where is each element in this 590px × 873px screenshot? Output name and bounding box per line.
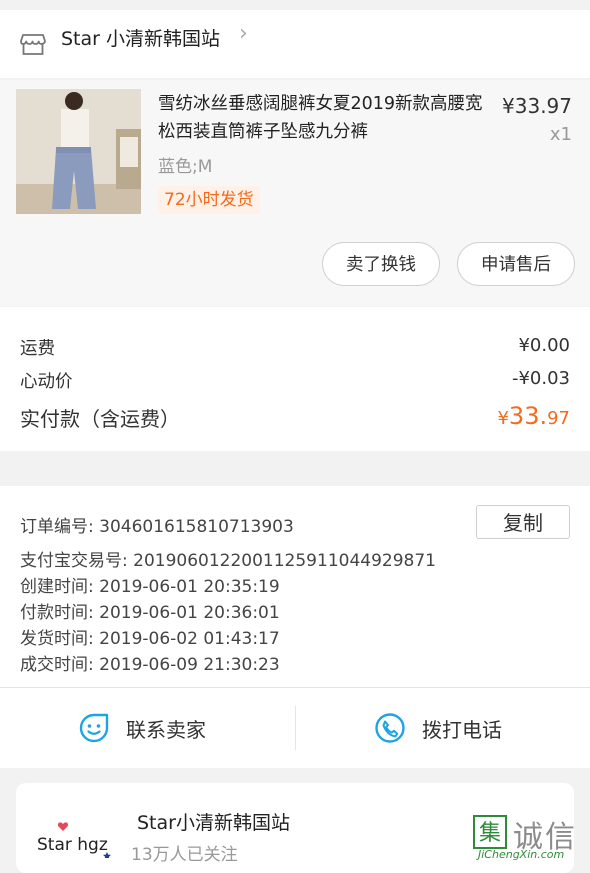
copy-button[interactable]: 复制 (476, 505, 570, 539)
store-logo-text: Star hgz (37, 835, 108, 855)
shipping-fee-value: ¥0.00 (518, 335, 570, 356)
watermark-url: JiChengXin.com (478, 848, 565, 861)
paid-time: 付款时间: 2019-06-01 20:36:01 (20, 603, 280, 623)
order-number: 订单编号: 304601615810713903 (20, 517, 294, 537)
discount-value: -¥0.03 (511, 368, 570, 389)
total-paid-label: 实付款（含运费） (20, 407, 180, 431)
store-icon (20, 34, 46, 55)
product-price: ¥33.97 (502, 94, 572, 118)
product-image (16, 89, 141, 214)
contact-seller-button[interactable]: 联系卖家 (78, 706, 206, 750)
store-name[interactable]: Star小清新韩国站 (137, 808, 290, 835)
total-currency: ¥ (497, 408, 509, 429)
completed-time: 成交时间: 2019-06-09 21:30:23 (20, 655, 280, 675)
chat-face-icon (79, 713, 109, 743)
shop-name[interactable]: Star 小清新韩国站 (61, 24, 220, 51)
store-followers: 13万人已关注 (131, 845, 238, 865)
product-thumbnail[interactable] (16, 89, 141, 214)
shipped-time: 发货时间: 2019-06-02 01:43:17 (20, 629, 280, 649)
store-logo: Star hgz (35, 818, 121, 860)
shipping-tag: 72小时发货 (158, 186, 260, 214)
divider (295, 706, 296, 750)
created-time: 创建时间: 2019-06-01 20:35:19 (20, 577, 280, 597)
shipping-fee-label: 运费 (20, 339, 55, 359)
phone-icon (375, 713, 405, 743)
divider (0, 687, 590, 688)
contact-seller-label: 联系卖家 (126, 717, 206, 742)
total-paid-value: ¥33.97 (497, 402, 570, 430)
call-label: 拨打电话 (422, 717, 502, 742)
product-title[interactable]: 雪纺冰丝垂感阔腿裤女夏2019新款高腰宽松西装直筒裤子坠感九分裤 (158, 90, 483, 146)
product-quantity: x1 (549, 124, 572, 145)
alipay-trade-number: 支付宝交易号: 2019060122001125911044929871 (20, 551, 436, 571)
total-decimal: 97 (547, 408, 570, 429)
chevron-right-icon[interactable]: › (239, 21, 248, 46)
watermark-logo: 集 (473, 815, 507, 849)
call-button[interactable]: 拨打电话 (374, 706, 502, 750)
product-spec: 蓝色;M (158, 157, 213, 177)
total-integer: 33. (508, 402, 548, 430)
after-sale-button[interactable]: 申请售后 (457, 242, 575, 286)
sell-button[interactable]: 卖了换钱 (322, 242, 440, 286)
discount-label: 心动价 (20, 372, 73, 392)
